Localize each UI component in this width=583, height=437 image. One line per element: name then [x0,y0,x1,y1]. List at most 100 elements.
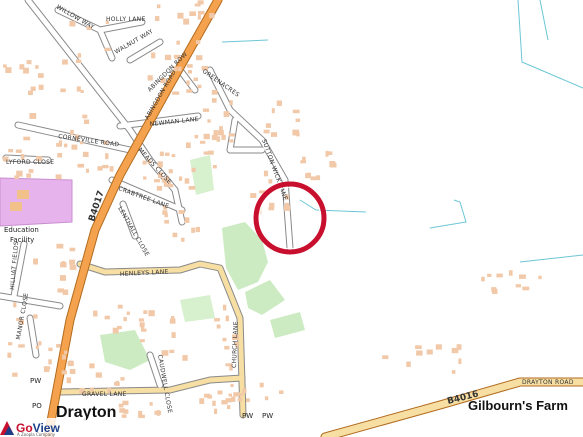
building [38,341,42,346]
building [8,149,13,153]
building [148,310,155,317]
building [95,372,102,378]
building [186,89,193,93]
building [487,273,492,277]
building [186,80,190,86]
building [69,368,76,374]
post-office-label: PO [32,402,42,410]
svg-text:Facility: Facility [10,236,34,244]
building [104,47,111,51]
building [199,140,206,144]
building [69,247,76,252]
henleys-lane-label: HENLEYS LANE [120,268,169,278]
building [149,402,153,406]
building [183,18,190,25]
map-view[interactable]: ABINGDON ROAD B4017 B4016 DRAYTON ROAD H… [0,0,583,437]
goview-logo-subtitle: A Zoopla Company [17,432,56,437]
building [266,123,270,128]
building [177,12,184,19]
building [48,347,53,352]
building [172,232,178,238]
building [114,382,120,386]
building [109,166,114,172]
building [86,168,89,173]
building [35,65,39,69]
lenthall-close-label: LENTHALL CLOSE [116,206,150,258]
building [56,143,62,147]
building [169,318,176,324]
building [156,185,163,191]
building [310,176,317,181]
property-location-marker[interactable] [253,181,327,255]
building [48,359,52,365]
building [75,59,82,63]
building [223,111,230,117]
building [68,360,74,365]
gravel-lane-label: GRAVEL LANE [82,391,127,398]
building [186,142,191,149]
building [18,344,25,348]
building [296,132,300,137]
building [188,70,192,74]
building [147,75,153,81]
building [80,89,84,93]
goview-logo: GoView A Zoopla Company [0,418,86,437]
building [292,109,300,114]
building [242,388,247,394]
education-facility-label: Education Facility [4,226,39,244]
building [143,176,147,180]
building [83,119,90,124]
building [239,393,244,397]
building [141,328,147,332]
place-of-worship-label: PW [262,412,273,420]
building [33,258,38,265]
building [193,77,198,81]
building [221,134,226,140]
building [64,350,68,355]
building [203,133,210,140]
building [225,315,229,322]
building [181,237,185,242]
building [233,392,240,397]
building [165,152,170,156]
building [164,219,169,224]
building [197,14,201,20]
drayton-road-label: DRAYTON ROAD [522,379,574,386]
building [69,20,76,27]
building [229,139,234,143]
building [44,366,50,373]
building [207,395,213,399]
building [177,66,182,72]
building [197,84,202,89]
building [28,169,34,173]
building [217,130,224,136]
building [188,186,196,190]
map-canvas[interactable]: ABINGDON ROAD B4017 B4016 DRAYTON ROAD H… [0,0,583,437]
building [63,143,68,148]
building [191,227,195,233]
building [28,90,33,96]
building [263,129,270,134]
building [56,344,61,348]
building [214,408,218,415]
building [194,134,199,139]
svg-text:Education: Education [4,226,39,234]
building [184,217,190,223]
building [62,354,66,360]
building [279,390,284,394]
building [82,151,89,157]
building [143,310,148,314]
building [492,288,498,294]
building [62,59,68,65]
building [295,118,301,122]
building [119,408,125,413]
building [117,325,122,330]
lyford-close-label: LYFORD CLOSE [6,159,54,166]
building [154,179,161,183]
building [33,314,38,319]
building [23,136,31,141]
building [382,355,389,360]
building [268,179,273,184]
building [212,98,217,103]
building [229,100,233,106]
